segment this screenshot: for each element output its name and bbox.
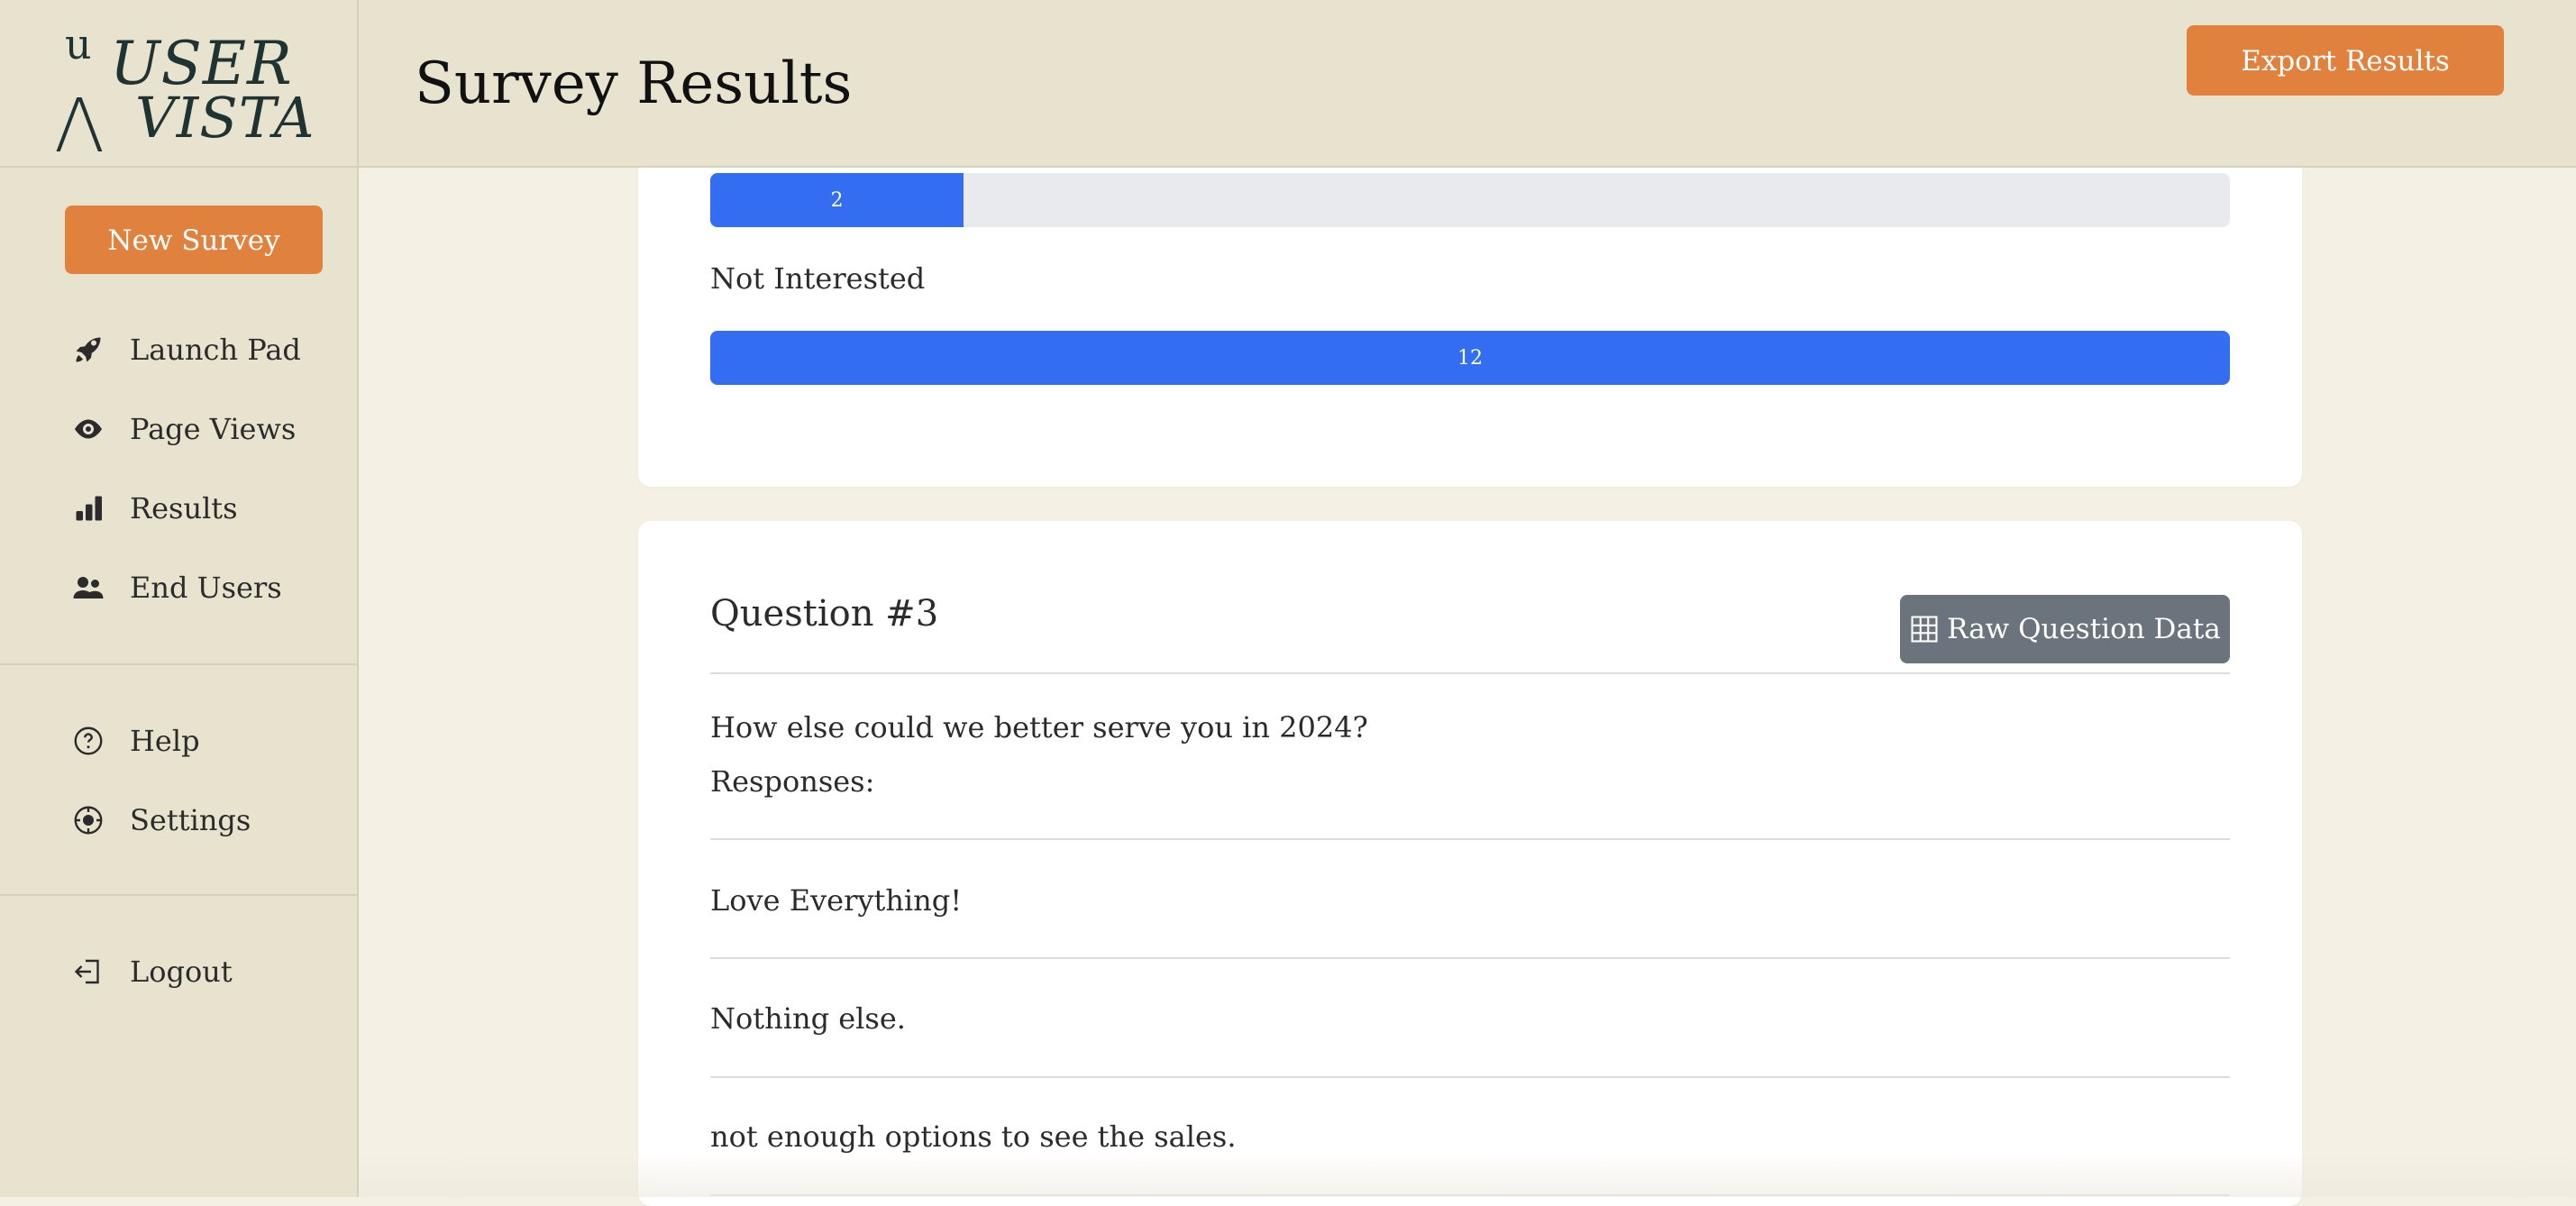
sidebar-item-label: Help [130,724,200,758]
sidebar-item-results[interactable]: Results [72,483,238,534]
divider [710,838,2230,840]
users-icon [72,570,112,606]
response-item: Love Everything! [710,883,963,918]
logo-word-vista: VISTA [135,85,315,151]
logout-icon [72,954,112,990]
new-survey-button[interactable]: New Survey [65,206,323,274]
response-item: not enough options to see the sales. [710,1119,1237,1154]
option-bar-fill: 2 [710,173,964,227]
option-bar-track: 12 [710,331,2230,385]
raw-question-data-label: Raw Question Data [1947,613,2221,645]
response-item: Nothing else. [710,1001,906,1036]
top-header: Survey Results Export Results [359,0,2576,168]
option-bar-count: 12 [1457,346,1483,370]
question-prompt: How else could we better serve you in 20… [710,710,1368,745]
logo-mark-lambda: Λ [54,84,105,169]
sidebar-item-help[interactable]: Help [72,716,200,766]
divider [710,1076,2230,1078]
rocket-icon [72,332,112,368]
sidebar-item-label: Page Views [130,412,297,446]
sidebar-item-settings[interactable]: Settings [72,795,251,845]
question-title: Question #3 [710,593,939,635]
option-label: Not Interested [710,261,926,296]
sidebar-item-label: Launch Pad [130,333,301,367]
export-results-button[interactable]: Export Results [2187,25,2504,96]
sidebar-item-page-views[interactable]: Page Views [72,404,296,454]
raw-question-data-button[interactable]: Raw Question Data [1900,595,2230,663]
option-bar-track: 2 [710,173,2230,227]
sidebar-item-label: Settings [130,803,251,837]
question-circle-icon [72,723,112,759]
sidebar-item-launch-pad[interactable]: Launch Pad [72,324,301,375]
divider [710,672,2230,674]
eye-icon [72,411,112,447]
sidebar-item-label: Results [130,491,238,525]
sidebar: u Λ USER VISTA New Survey Launch Pad Pag… [0,0,359,1197]
sidebar-divider [0,894,359,896]
sidebar-divider [0,663,359,665]
page-title: Survey Results [415,50,853,117]
logo-mark-u: u [65,20,92,69]
sidebar-item-logout[interactable]: Logout [72,946,233,997]
option-bar-count: 2 [830,188,844,212]
sidebar-item-end-users[interactable]: End Users [72,562,282,613]
table-grid-icon [1911,616,1938,643]
settings-icon [72,802,112,838]
sidebar-item-label: End Users [130,571,282,605]
responses-label: Responses: [710,764,875,799]
bar-chart-icon [72,490,112,526]
brand-logo[interactable]: u Λ USER VISTA [0,0,359,168]
option-bar-fill: 12 [710,331,2230,385]
divider [710,957,2230,959]
divider [710,1194,2230,1196]
sidebar-item-label: Logout [130,955,233,989]
